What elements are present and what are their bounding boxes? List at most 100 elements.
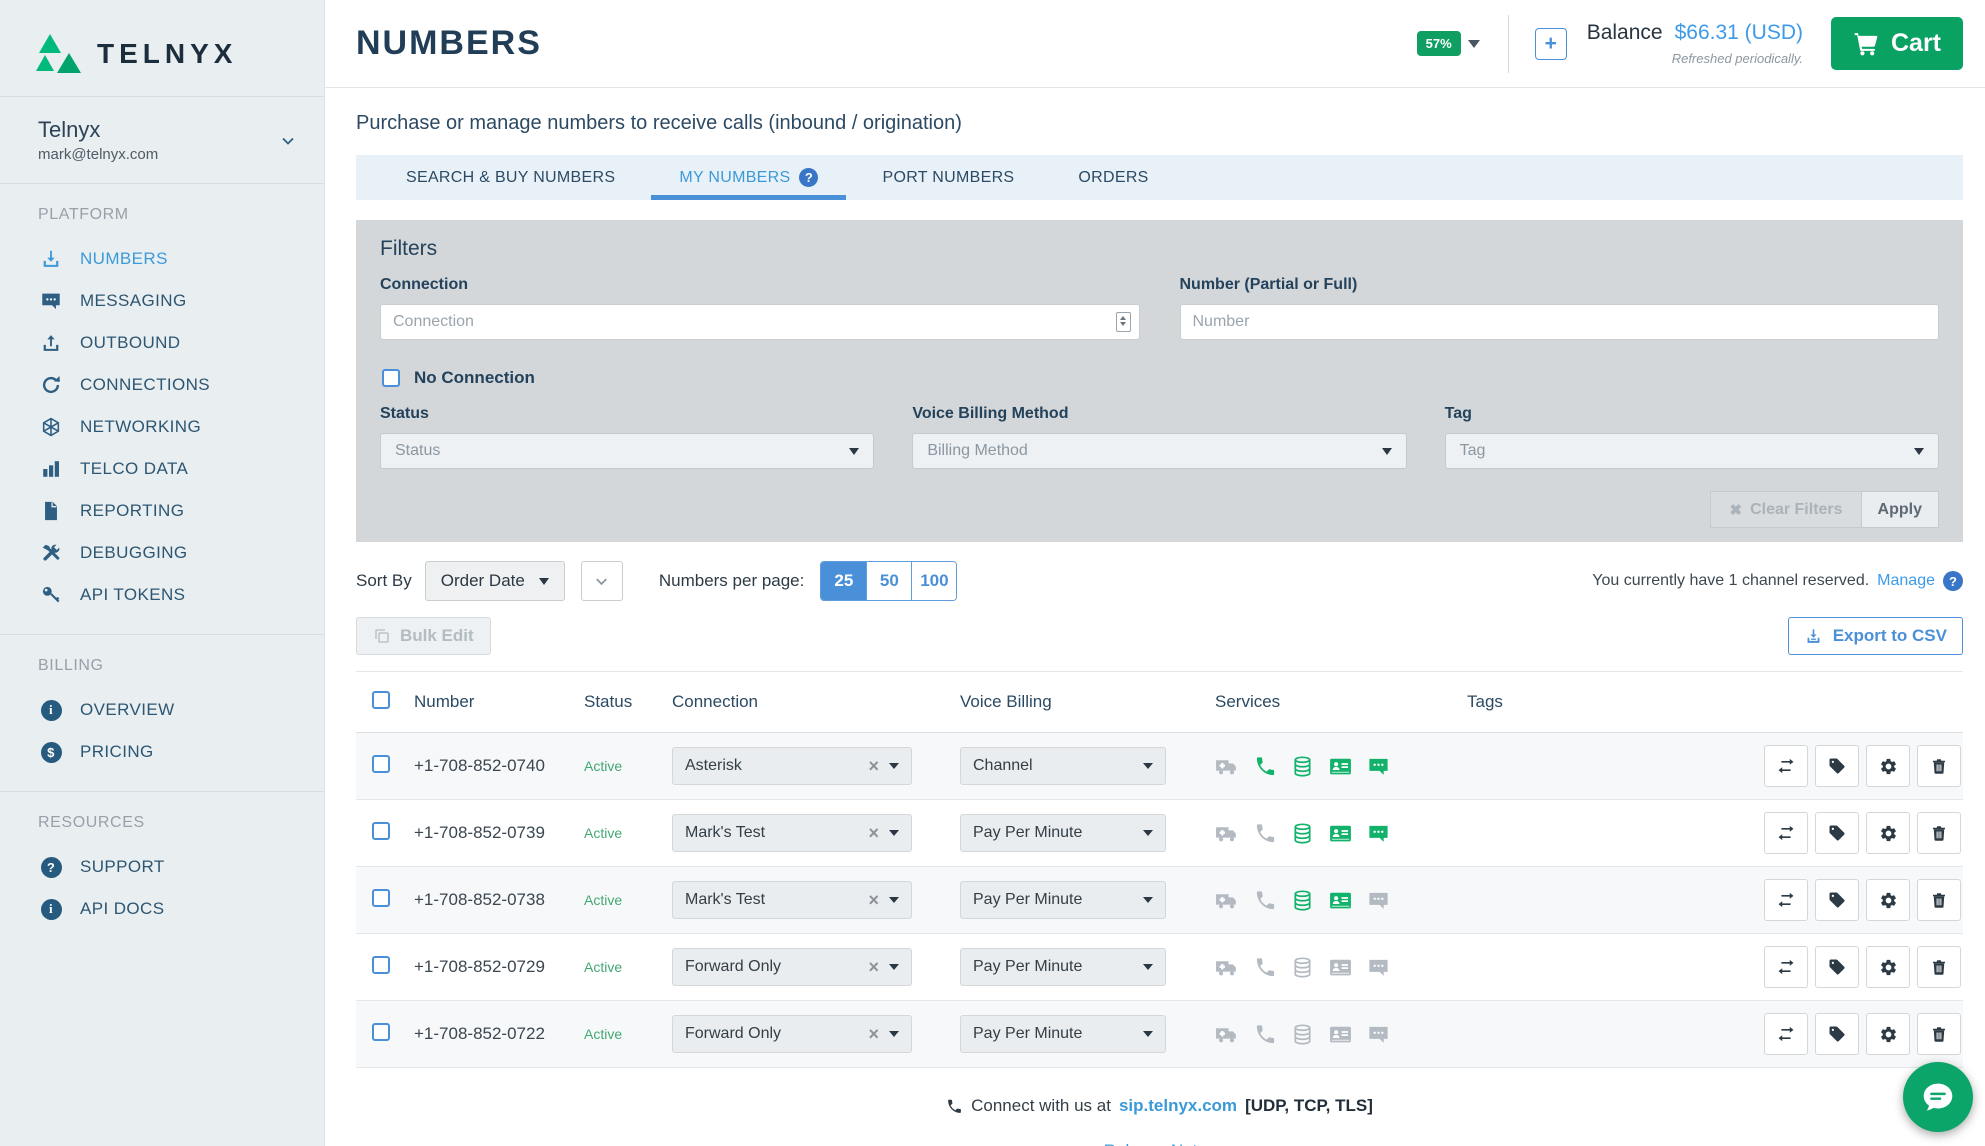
balance-value-link[interactable]: $66.31 (USD)	[1675, 21, 1803, 45]
tab-orders[interactable]: ORDERS	[1050, 155, 1176, 200]
tab-port-numbers[interactable]: PORT NUMBERS	[854, 155, 1042, 200]
sidebar-item-telco-data[interactable]: TELCO DATA	[38, 448, 324, 490]
delete-button[interactable]	[1917, 812, 1961, 854]
clear-connection-icon[interactable]: ×	[864, 756, 883, 777]
select-all-checkbox[interactable]	[372, 691, 390, 709]
delete-button[interactable]	[1917, 745, 1961, 787]
sort-direction-button[interactable]	[581, 561, 623, 601]
export-csv-button[interactable]: Export to CSV	[1788, 617, 1963, 655]
tag-filter-select[interactable]: Tag	[1445, 433, 1939, 469]
connection-select[interactable]: Asterisk ×	[672, 747, 912, 785]
tab-my-numbers[interactable]: MY NUMBERS ?	[651, 155, 846, 200]
connection-select[interactable]: Forward Only ×	[672, 1015, 912, 1053]
tag-button[interactable]	[1815, 946, 1859, 988]
row-checkbox[interactable]	[372, 889, 390, 907]
per-page-option-100[interactable]: 100	[911, 562, 956, 600]
settings-button[interactable]	[1866, 745, 1910, 787]
trash-icon	[1930, 824, 1948, 842]
voice-billing-select[interactable]: Pay Per Minute	[960, 948, 1166, 986]
cart-button[interactable]: Cart	[1831, 17, 1963, 70]
transfer-button[interactable]	[1764, 946, 1808, 988]
sidebar-item-overview[interactable]: OVERVIEW	[38, 689, 324, 731]
tab-search-buy-numbers[interactable]: SEARCH & BUY NUMBERS	[378, 155, 643, 200]
voice-billing-select[interactable]: Pay Per Minute	[960, 814, 1166, 852]
help-icon[interactable]: ?	[799, 168, 818, 187]
sort-field-select[interactable]: Order Date	[425, 561, 565, 601]
voice-billing-select[interactable]: Pay Per Minute	[960, 1015, 1166, 1053]
delete-button[interactable]	[1917, 1013, 1961, 1055]
usage-caret-icon[interactable]	[1468, 40, 1480, 54]
sidebar-item-reporting[interactable]: REPORTING	[38, 490, 324, 532]
transfer-button[interactable]	[1764, 1013, 1808, 1055]
per-page-option-25[interactable]: 25	[821, 562, 866, 600]
sidebar-item-pricing[interactable]: PRICING	[38, 731, 324, 773]
clear-filters-button[interactable]: ✖ Clear Filters	[1710, 491, 1861, 528]
sidebar-item-api-tokens[interactable]: API TOKENS	[38, 574, 324, 616]
clear-connection-icon[interactable]: ×	[864, 957, 883, 978]
usage-badge[interactable]: 57%	[1417, 31, 1461, 56]
chevron-down-icon	[592, 572, 611, 591]
status-filter-select[interactable]: Status	[380, 433, 874, 469]
connection-select[interactable]: Forward Only ×	[672, 948, 912, 986]
account-switcher[interactable]: Telnyx mark@telnyx.com	[0, 97, 324, 183]
apply-filters-button[interactable]: Apply	[1862, 491, 1939, 528]
settings-button[interactable]	[1866, 879, 1910, 921]
row-checkbox[interactable]	[372, 755, 390, 773]
tag-button[interactable]	[1815, 812, 1859, 854]
page-footer: Connect with us at sip.telnyx.com [UDP, …	[356, 1096, 1963, 1146]
voice-billing-filter-select[interactable]: Billing Method	[912, 433, 1406, 469]
row-checkbox[interactable]	[372, 956, 390, 974]
connection-select[interactable]: Mark's Test ×	[672, 881, 912, 919]
chat-widget-button[interactable]	[1903, 1062, 1973, 1132]
voice-billing-select-value: Pay Per Minute	[973, 891, 1082, 909]
sip-link[interactable]: sip.telnyx.com	[1119, 1096, 1237, 1116]
help-icon[interactable]: ?	[1943, 571, 1963, 591]
sidebar-item-debugging[interactable]: DEBUGGING	[38, 532, 324, 574]
sidebar-item-outbound[interactable]: OUTBOUND	[38, 322, 324, 364]
clear-connection-icon[interactable]: ×	[864, 1024, 883, 1045]
row-checkbox[interactable]	[372, 1023, 390, 1041]
services-cell	[1215, 821, 1467, 846]
transfer-button[interactable]	[1764, 745, 1808, 787]
tag-button[interactable]	[1815, 1013, 1859, 1055]
combobox-toggle-icon[interactable]	[1116, 312, 1131, 332]
trash-icon	[1930, 891, 1948, 909]
tag-button[interactable]	[1815, 745, 1859, 787]
transfer-button[interactable]	[1764, 879, 1808, 921]
row-actions	[1735, 812, 1963, 854]
sidebar-item-support[interactable]: SUPPORT	[38, 846, 324, 888]
add-funds-button[interactable]: +	[1535, 28, 1567, 60]
voice-billing-select[interactable]: Channel	[960, 747, 1166, 785]
tag-button[interactable]	[1815, 879, 1859, 921]
delete-button[interactable]	[1917, 946, 1961, 988]
connection-select[interactable]: Mark's Test ×	[672, 814, 912, 852]
voice-billing-select[interactable]: Pay Per Minute	[960, 881, 1166, 919]
connection-filter-input[interactable]	[380, 304, 1140, 340]
number-filter-input[interactable]	[1180, 304, 1940, 340]
no-connection-checkbox[interactable]	[382, 369, 400, 387]
sidebar-item-messaging[interactable]: MESSAGING	[38, 280, 324, 322]
sidebar-item-networking[interactable]: NETWORKING	[38, 406, 324, 448]
sidebar-item-connections[interactable]: CONNECTIONS	[38, 364, 324, 406]
services-cell	[1215, 1022, 1467, 1047]
sidebar-item-numbers[interactable]: NUMBERS	[38, 238, 324, 280]
manage-link[interactable]: Manage	[1877, 572, 1935, 590]
settings-button[interactable]	[1866, 946, 1910, 988]
account-email: mark@telnyx.com	[38, 146, 158, 163]
release-notes-link[interactable]: Release Notes	[1104, 1141, 1216, 1146]
sidebar-item-api-docs[interactable]: API DOCS	[38, 888, 324, 930]
storage-database-icon	[1291, 956, 1314, 979]
clear-connection-icon[interactable]: ×	[864, 823, 883, 844]
row-checkbox[interactable]	[372, 822, 390, 840]
table-row: +1-708-852-0722 Active Forward Only × Pa…	[356, 1001, 1963, 1068]
settings-button[interactable]	[1866, 1013, 1910, 1055]
telnyx-logo[interactable]: TELNYX	[0, 30, 324, 96]
clear-connection-icon[interactable]: ×	[864, 890, 883, 911]
settings-button[interactable]	[1866, 812, 1910, 854]
cnam-id-card-icon	[1328, 888, 1353, 913]
sidebar-section-platform: PLATFORM NUMBERS MESSAGING OUTBOUND CONN…	[0, 184, 324, 624]
delete-button[interactable]	[1917, 879, 1961, 921]
transfer-button[interactable]	[1764, 812, 1808, 854]
per-page-option-50[interactable]: 50	[866, 562, 911, 600]
bulk-edit-button[interactable]: Bulk Edit	[356, 617, 491, 655]
